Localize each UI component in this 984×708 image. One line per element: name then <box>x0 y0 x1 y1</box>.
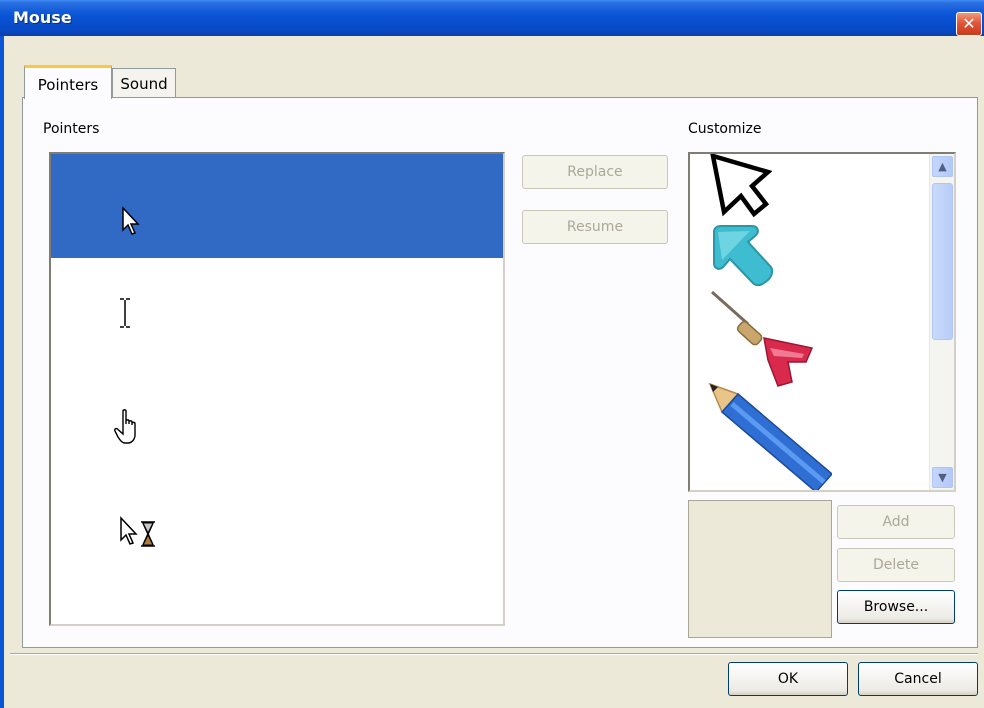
hand-cursor-icon <box>114 409 136 444</box>
list-item[interactable] <box>51 466 503 570</box>
customize-list[interactable]: ▲ ▼ <box>688 152 956 492</box>
browse-button[interactable]: Browse... <box>837 590 955 624</box>
customize-label: Customize <box>688 121 762 137</box>
delete-button[interactable]: Delete <box>837 548 955 582</box>
scroll-up-button[interactable]: ▲ <box>932 156 953 177</box>
pencil-cursor-icon[interactable] <box>708 382 832 492</box>
list-item[interactable] <box>51 154 503 258</box>
scroll-thumb[interactable] <box>932 183 953 340</box>
resume-button[interactable]: Resume <box>522 210 668 244</box>
pointers-label: Pointers <box>43 121 100 137</box>
chevron-down-icon: ▼ <box>938 471 947 484</box>
title-bar: Mouse ✕ <box>0 0 984 36</box>
outline-arrow-cursor-icon[interactable] <box>710 154 772 220</box>
ok-button[interactable]: OK <box>728 662 848 696</box>
tab-pointers[interactable]: Pointers <box>24 65 112 99</box>
list-item[interactable] <box>51 258 503 362</box>
tab-sound[interactable]: Sound <box>112 68 176 98</box>
scroll-down-button[interactable]: ▼ <box>932 467 953 488</box>
chevron-up-icon: ▲ <box>938 160 947 173</box>
cursor-preview <box>688 500 832 638</box>
pointers-list[interactable] <box>49 152 505 626</box>
window-title: Mouse <box>13 8 72 27</box>
customize-scrollbar[interactable]: ▲ ▼ <box>929 154 954 490</box>
list-item[interactable] <box>51 362 503 466</box>
text-select-cursor-icon <box>120 298 130 328</box>
window-border <box>0 36 4 708</box>
replace-button[interactable]: Replace <box>522 155 668 189</box>
teal-arrow-cursor-icon[interactable] <box>708 222 776 288</box>
cancel-button[interactable]: Cancel <box>858 662 978 696</box>
arrow-cursor-icon <box>122 206 140 235</box>
footer-divider <box>10 653 978 655</box>
dart-cursor-icon[interactable] <box>708 290 820 390</box>
close-icon: ✕ <box>962 14 976 33</box>
busy-cursor-icon <box>120 516 155 547</box>
add-button[interactable]: Add <box>837 505 955 539</box>
close-button[interactable]: ✕ <box>956 12 982 36</box>
